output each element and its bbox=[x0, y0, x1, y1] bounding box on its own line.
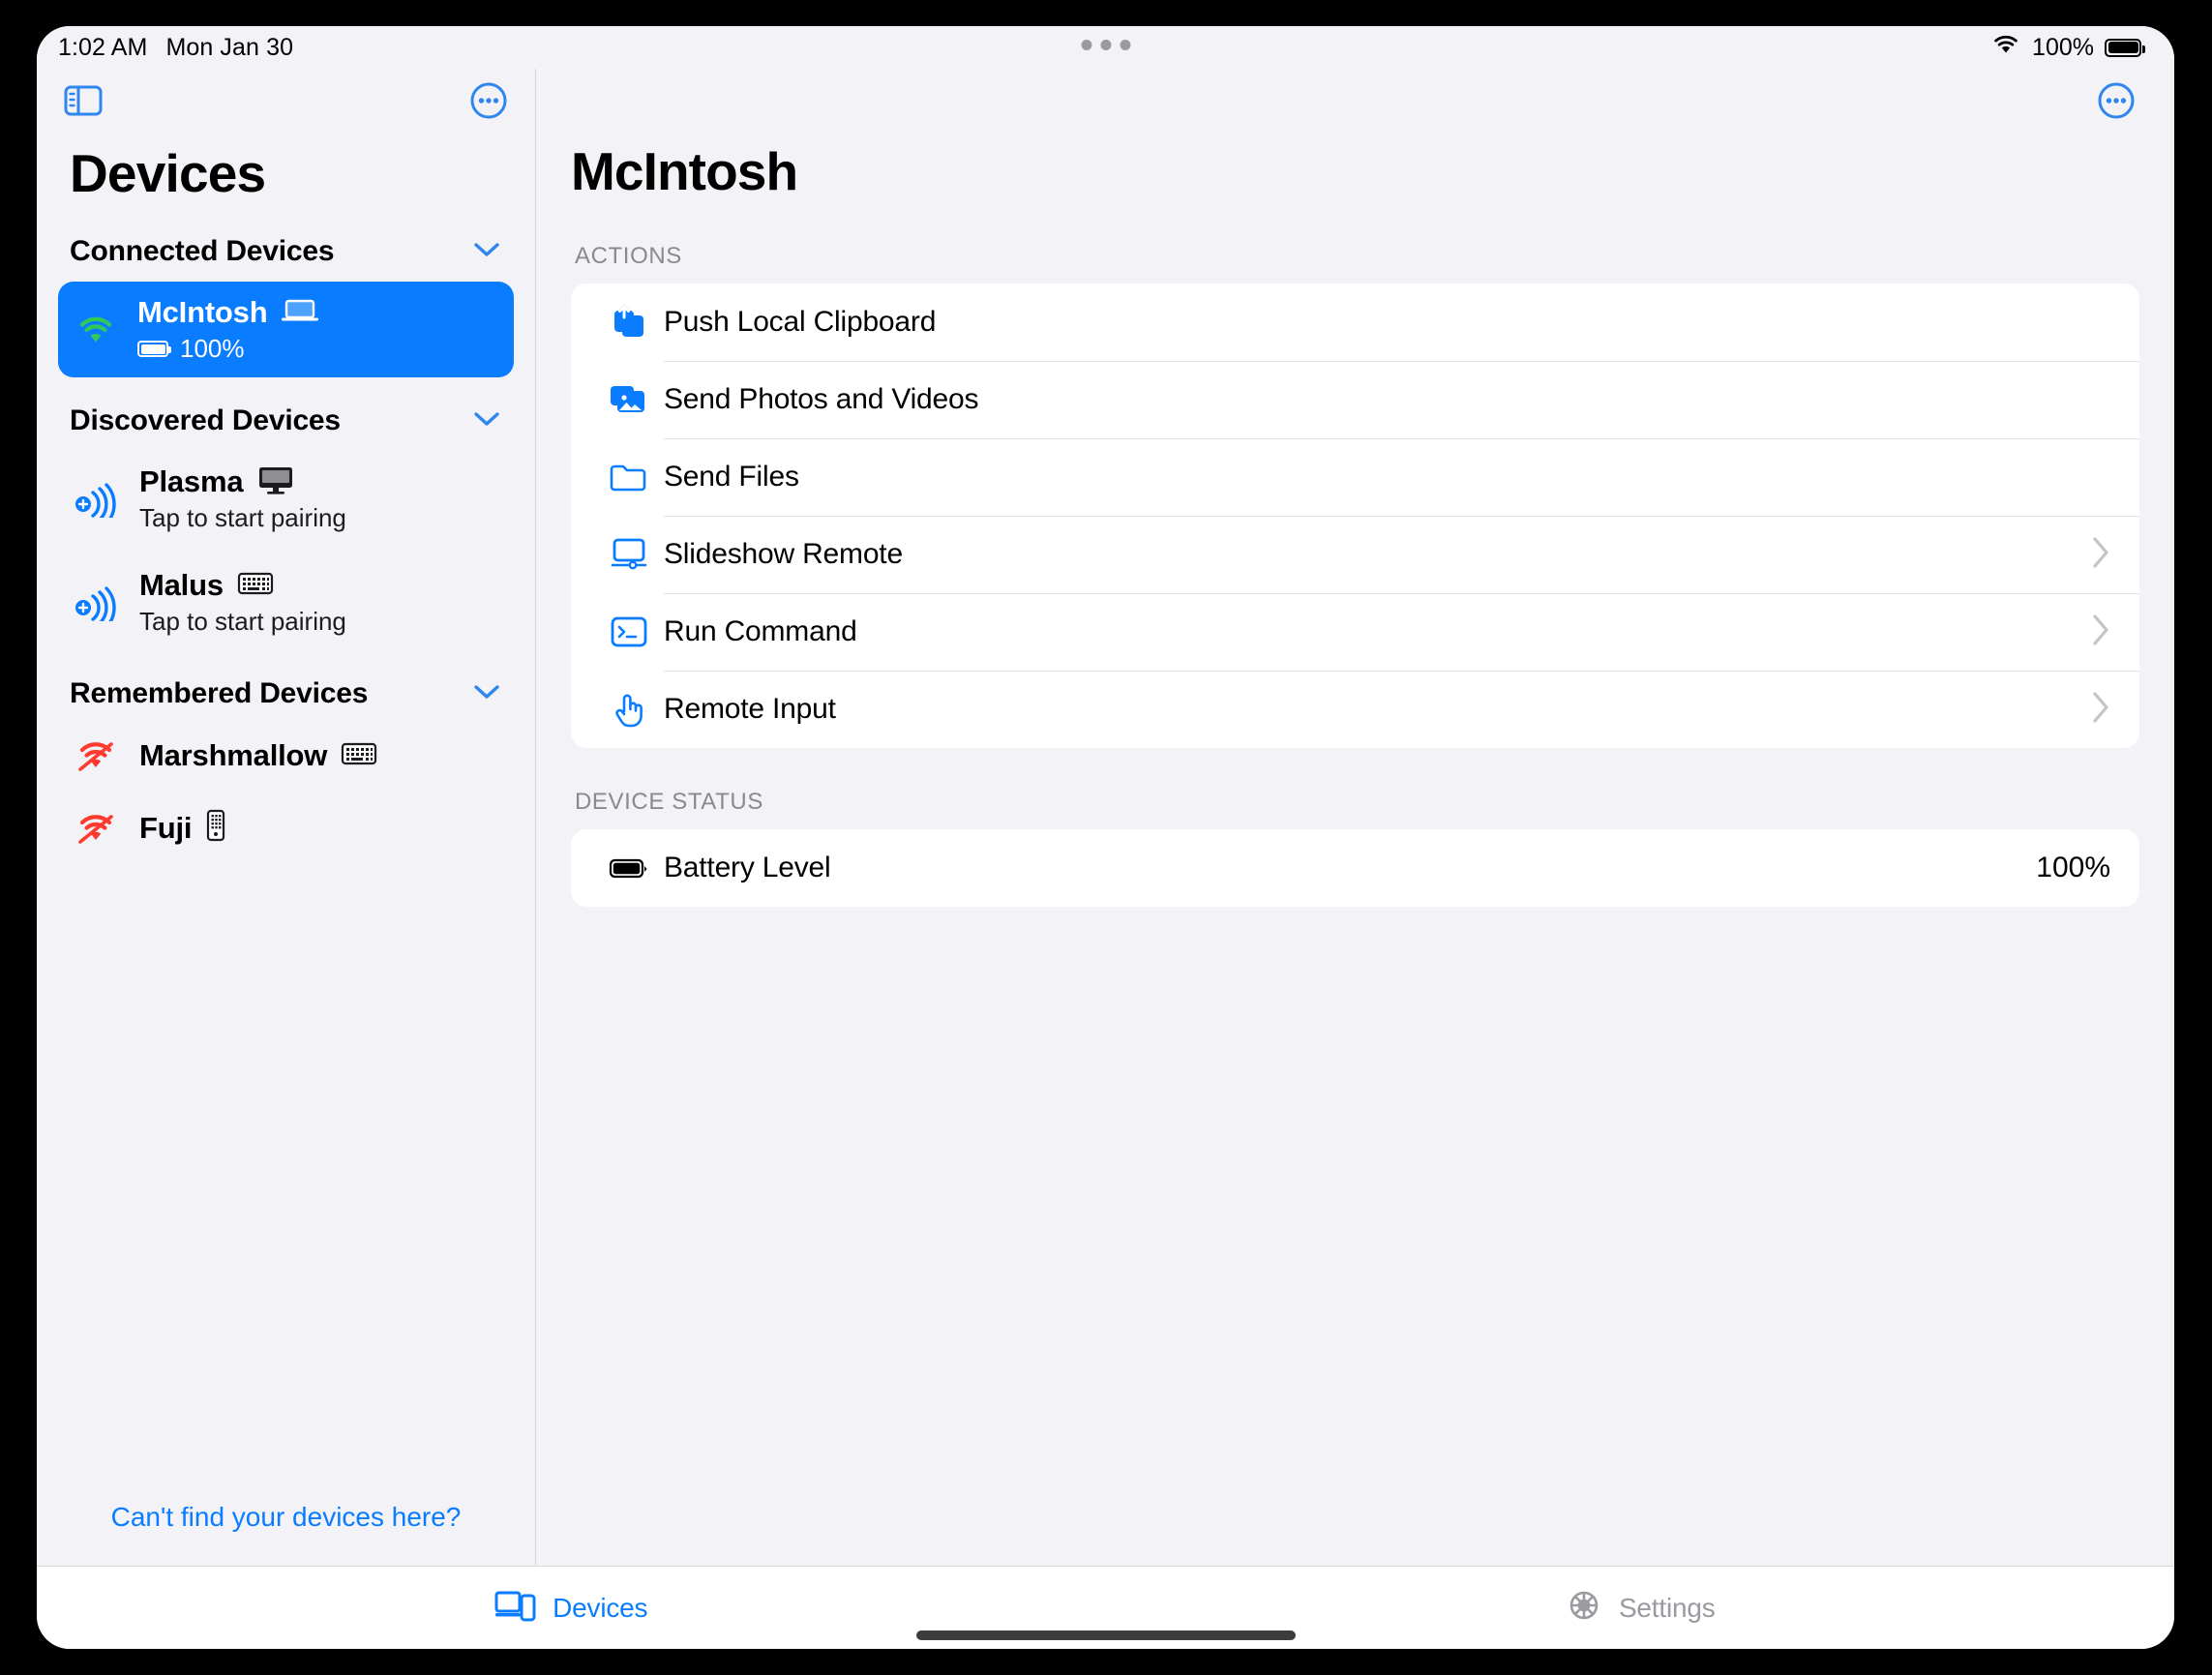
sidebar: Devices Connected Devices McIntosh 100% … bbox=[37, 69, 536, 1566]
photos-icon bbox=[594, 382, 664, 417]
section-label: Remembered Devices bbox=[70, 677, 369, 709]
hand-tap-icon bbox=[594, 690, 664, 729]
status-label: Battery Level bbox=[664, 852, 831, 883]
action-label: Run Command bbox=[664, 615, 857, 647]
chevron-down-icon[interactable] bbox=[473, 410, 500, 433]
section-label: Discovered Devices bbox=[70, 404, 341, 436]
sidebar-section-header-discovered[interactable]: Discovered Devices bbox=[37, 381, 535, 447]
action-row-remote-input[interactable]: Remote Input bbox=[571, 671, 2139, 748]
device-name: Fuji bbox=[139, 810, 193, 845]
battery-full-icon bbox=[594, 855, 664, 881]
device-battery: 100% bbox=[180, 334, 245, 363]
detail-toolbar bbox=[536, 69, 2174, 133]
display-icon bbox=[594, 537, 664, 572]
chevron-right-icon bbox=[2091, 613, 2110, 651]
actions-section-label: ACTIONS bbox=[575, 243, 682, 269]
sidebar-footer: Can't find your devices here? bbox=[37, 1502, 535, 1566]
content-split: Devices Connected Devices McIntosh 100% … bbox=[37, 69, 2174, 1566]
device-status-section-label: DEVICE STATUS bbox=[575, 789, 763, 815]
cant-find-devices-link[interactable]: Can't find your devices here? bbox=[111, 1502, 462, 1532]
multitasking-grabber-icon[interactable] bbox=[1081, 40, 1130, 50]
status-date: Mon Jan 30 bbox=[165, 33, 294, 61]
action-row-push-local-clipboard[interactable]: Push Local Clipboard bbox=[571, 284, 2139, 361]
action-label: Slideshow Remote bbox=[664, 538, 903, 570]
wifi-add-icon bbox=[74, 584, 120, 621]
action-label: Remote Input bbox=[664, 693, 836, 725]
chevron-down-icon[interactable] bbox=[473, 241, 500, 263]
desktop-icon bbox=[256, 465, 295, 499]
device-subtitle: Tap to start pairing bbox=[139, 607, 346, 636]
action-row-send-photos-and-videos[interactable]: Send Photos and Videos bbox=[571, 361, 2139, 438]
devices-icon bbox=[494, 1588, 537, 1628]
sidebar-device-fuji[interactable]: Fuji bbox=[58, 795, 514, 860]
status-row-battery-level: Battery Level 100% bbox=[571, 829, 2139, 907]
share-clipboard-icon bbox=[594, 302, 664, 343]
sidebar-toolbar bbox=[37, 69, 535, 133]
device-name: McIntosh bbox=[137, 295, 268, 329]
action-row-send-files[interactable]: Send Files bbox=[571, 438, 2139, 516]
chevron-right-icon bbox=[2091, 536, 2110, 574]
status-time: 1:02 AM bbox=[58, 33, 148, 61]
status-bar-right: 100% bbox=[1990, 33, 2145, 63]
keyboard-icon bbox=[341, 740, 377, 772]
action-label: Send Files bbox=[664, 461, 799, 493]
sidebar-device-mcintosh[interactable]: McIntosh 100% bbox=[58, 282, 514, 377]
laptop-icon bbox=[281, 298, 319, 328]
chevron-down-icon[interactable] bbox=[473, 683, 500, 705]
tab-label: Settings bbox=[1618, 1592, 1716, 1623]
sidebar-device-plasma[interactable]: Plasma Tap to start pairing bbox=[58, 451, 514, 547]
tab-label: Devices bbox=[553, 1592, 648, 1623]
sidebar-device-marshmallow[interactable]: Marshmallow bbox=[58, 724, 514, 788]
page-title: Devices bbox=[70, 143, 266, 203]
device-name: Malus bbox=[139, 568, 224, 602]
sidebar-section-header-remembered[interactable]: Remembered Devices bbox=[37, 654, 535, 720]
action-row-slideshow-remote[interactable]: Slideshow Remote bbox=[571, 516, 2139, 593]
actions-card: Push Local Clipboard Send Photos and Vid… bbox=[571, 284, 2139, 748]
keyboard-icon bbox=[237, 570, 274, 602]
gear-icon bbox=[1565, 1586, 1603, 1630]
wifi-connected-icon bbox=[74, 313, 118, 347]
home-indicator[interactable] bbox=[915, 1630, 1296, 1640]
battery-full-icon bbox=[137, 341, 171, 357]
section-label: Connected Devices bbox=[70, 235, 335, 267]
action-row-run-command[interactable]: Run Command bbox=[571, 593, 2139, 671]
sidebar-device-malus[interactable]: Malus Tap to start pairing bbox=[58, 554, 514, 650]
ellipsis-circle-icon[interactable] bbox=[2097, 81, 2136, 120]
sidebar-toggle-icon[interactable] bbox=[64, 84, 103, 117]
action-label: Push Local Clipboard bbox=[664, 306, 937, 338]
battery-full-icon bbox=[2105, 38, 2145, 57]
action-label: Send Photos and Videos bbox=[664, 383, 979, 415]
device-name: Marshmallow bbox=[139, 738, 328, 772]
wifi-slash-icon bbox=[74, 737, 120, 774]
chevron-right-icon bbox=[2091, 691, 2110, 729]
sidebar-section-header-connected[interactable]: Connected Devices bbox=[37, 212, 535, 278]
ellipsis-circle-icon[interactable] bbox=[469, 81, 508, 120]
folder-icon bbox=[594, 461, 664, 494]
phone-icon bbox=[205, 809, 226, 847]
tab-bar: Devices Settings bbox=[37, 1566, 2174, 1649]
detail-pane: McIntosh ACTIONS Push Local Clipboard Se… bbox=[536, 69, 2174, 1566]
device-subtitle: Tap to start pairing bbox=[139, 503, 346, 532]
status-value: 100% bbox=[2036, 852, 2110, 883]
wifi-add-icon bbox=[74, 481, 120, 518]
wifi-slash-icon bbox=[74, 810, 120, 847]
status-bar-left: 1:02 AM Mon Jan 30 bbox=[58, 34, 293, 62]
ipad-screen: 1:02 AM Mon Jan 30 100% Devices Connecte… bbox=[37, 26, 2174, 1649]
status-bar: 1:02 AM Mon Jan 30 100% bbox=[37, 26, 2174, 69]
terminal-icon bbox=[594, 614, 664, 649]
device-status-card: Battery Level 100% bbox=[571, 829, 2139, 907]
status-battery-percent: 100% bbox=[2032, 33, 2094, 61]
detail-title: McIntosh bbox=[571, 141, 798, 201]
wifi-icon bbox=[1990, 33, 2021, 63]
device-name: Plasma bbox=[139, 464, 244, 498]
